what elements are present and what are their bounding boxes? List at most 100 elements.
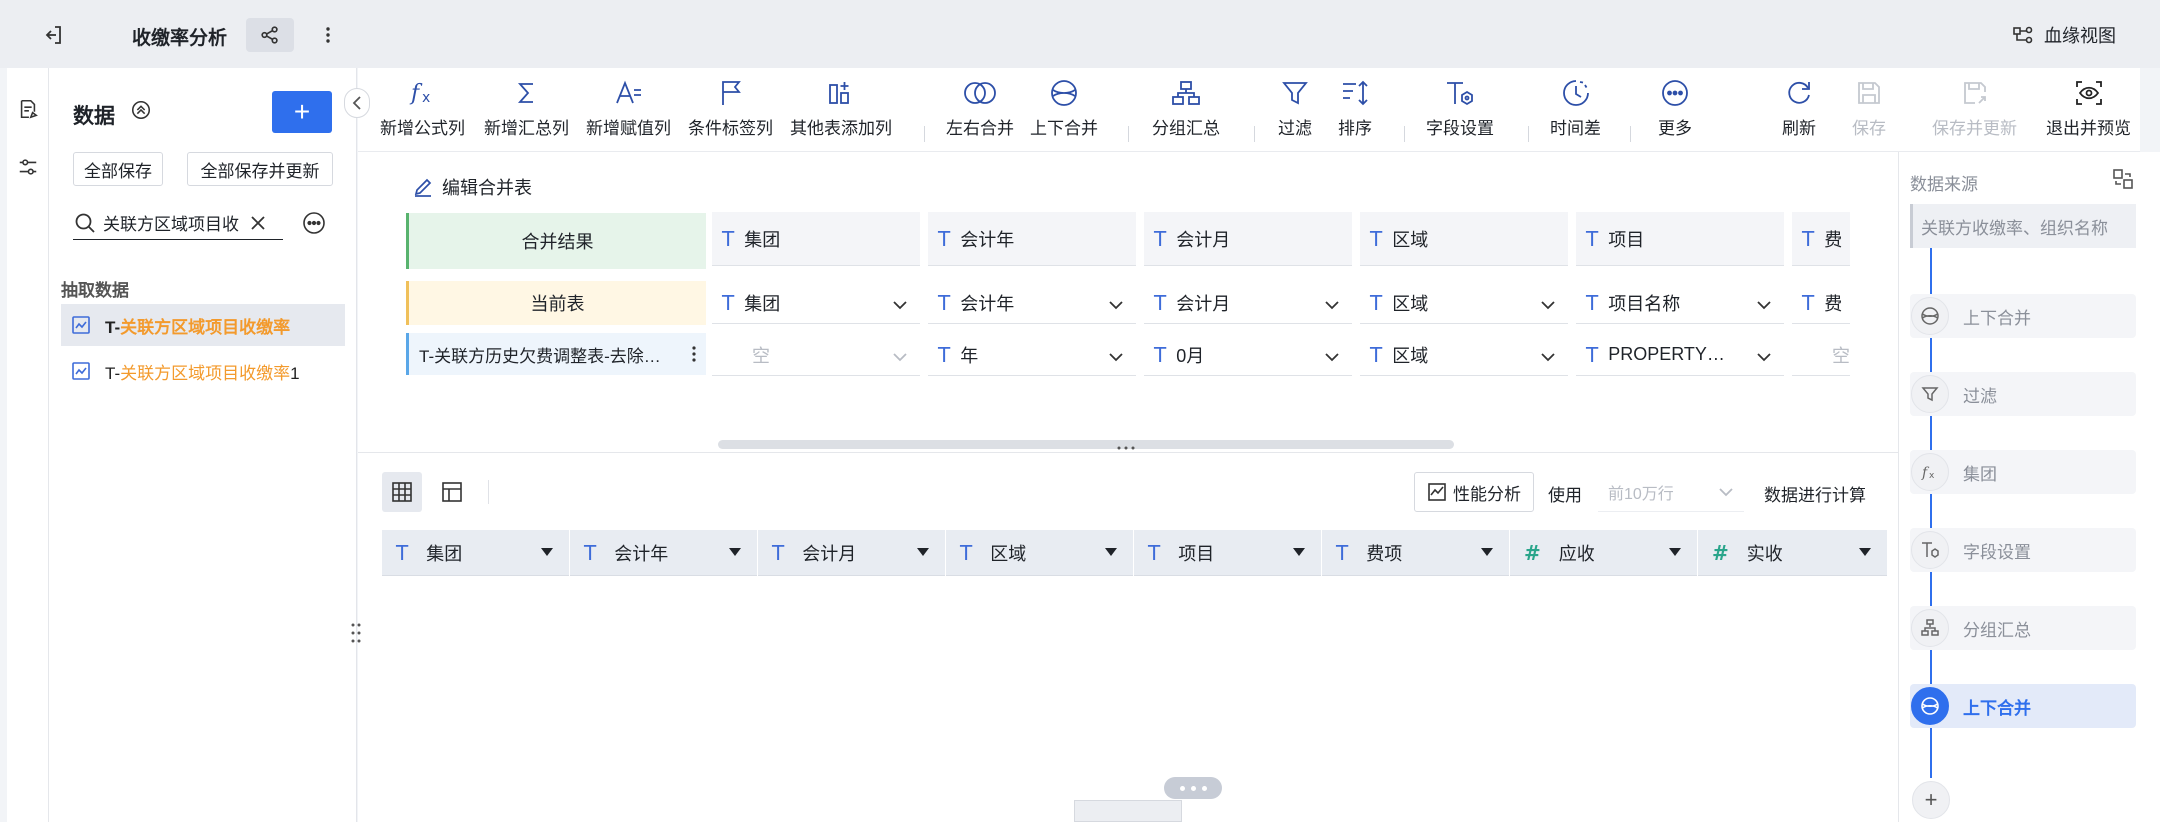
chevron-down-icon <box>1324 352 1340 362</box>
add-formula-column-button[interactable]: fx 新增公式列 <box>380 76 465 139</box>
add-summary-column-button[interactable]: 新增汇总列 <box>484 76 569 139</box>
add-data-button[interactable]: + <box>272 91 332 133</box>
current-field-select[interactable]: T 区域 <box>1360 282 1568 324</box>
text-type-icon: T <box>938 226 951 251</box>
caret-down-icon[interactable] <box>917 548 929 556</box>
vertical-merge-button[interactable]: 上下合并 <box>1030 76 1098 139</box>
step-item[interactable]: 上下合并 <box>1910 294 2136 338</box>
tree-item-table[interactable]: T-关联方区域项目收缴率1 <box>61 350 345 392</box>
other-field-select[interactable]: T 0月 <box>1144 334 1352 376</box>
tree-item-prefix: T- <box>105 363 121 383</box>
caret-down-icon[interactable] <box>1105 548 1117 556</box>
pivot-view-icon[interactable] <box>432 472 472 512</box>
save-all-button[interactable]: 全部保存 <box>73 152 163 186</box>
current-field-select[interactable]: T 项目名称 <box>1576 282 1784 324</box>
data-panel-icon[interactable] <box>13 94 43 124</box>
add-column-icon <box>826 76 856 110</box>
caret-down-icon[interactable] <box>541 548 553 556</box>
tree-item-table[interactable]: T-关联方区域项目收缴率 <box>61 304 345 346</box>
search-icon <box>73 211 97 235</box>
lineage-view-button[interactable]: 血缘视图 <box>2012 20 2116 50</box>
column-header[interactable]: T 区域 <box>946 530 1134 576</box>
switch-layout-icon[interactable] <box>2110 166 2136 192</box>
step-item[interactable]: 字段设置 <box>1910 528 2136 572</box>
other-field-select[interactable]: T PROPERTY… <box>1576 334 1784 376</box>
current-field-select[interactable]: T费 <box>1792 282 1850 324</box>
chevron-down-icon <box>1540 300 1556 310</box>
grid-view-icon[interactable] <box>382 472 422 512</box>
text-type-icon: T <box>1148 541 1161 565</box>
filter-button[interactable]: 过滤 <box>1278 76 1312 139</box>
data-source-item[interactable]: 关联方收缴率、组织名称 <box>1910 204 2136 248</box>
column-header[interactable]: T 集团 <box>382 530 570 576</box>
text-type-icon: T <box>1154 342 1167 367</box>
caret-down-icon[interactable] <box>729 548 741 556</box>
column-header[interactable]: # 实收 <box>1698 530 1888 576</box>
text-type-icon: T <box>960 541 973 565</box>
time-diff-button[interactable]: 时间差 <box>1550 76 1601 139</box>
svg-text:f: f <box>409 81 423 106</box>
current-field-select[interactable]: T 集团 <box>712 282 920 324</box>
clear-icon[interactable] <box>249 214 267 232</box>
save-button[interactable]: 保存 <box>1852 76 1886 139</box>
search-input[interactable] <box>103 212 243 233</box>
add-column-from-table-button[interactable]: 其他表添加列 <box>790 76 892 139</box>
save-all-update-button[interactable]: 全部保存并更新 <box>187 152 333 186</box>
condition-tag-column-button[interactable]: 条件标签列 <box>688 76 773 139</box>
refresh-button[interactable]: 刷新 <box>1782 76 1816 139</box>
performance-analysis-button[interactable]: 性能分析 <box>1414 472 1534 512</box>
caret-down-icon[interactable] <box>1481 548 1493 556</box>
other-table-row[interactable]: T-关联方历史欠费调整表-去除… <box>406 333 706 375</box>
share-button[interactable] <box>246 18 294 52</box>
collapse-panel-icon[interactable] <box>344 88 370 118</box>
step-item[interactable]: fx 集团 <box>1910 450 2136 494</box>
sort-button[interactable]: 排序 <box>1338 76 1372 139</box>
other-field-select[interactable]: T 区域 <box>1360 334 1568 376</box>
refresh-icon <box>1784 76 1814 110</box>
result-field-cell: T 集团 <box>712 212 920 266</box>
step-item[interactable]: 分组汇总 <box>1910 606 2136 650</box>
horizontal-scrollbar[interactable] <box>718 440 1454 449</box>
chevron-down-icon <box>1540 352 1556 362</box>
settings-sliders-icon[interactable] <box>13 152 43 182</box>
drag-handle-icon[interactable] <box>348 620 364 646</box>
group-summary-button[interactable]: 分组汇总 <box>1152 76 1220 139</box>
other-field-select[interactable]: 空 <box>712 334 920 376</box>
caret-down-icon[interactable] <box>1293 548 1305 556</box>
column-header[interactable]: T 项目 <box>1134 530 1322 576</box>
current-field-select[interactable]: T 会计年 <box>928 282 1136 324</box>
caret-down-icon[interactable] <box>1669 548 1681 556</box>
column-header[interactable]: T 费项 <box>1322 530 1510 576</box>
other-table-label: T-关联方历史欠费调整表-去除… <box>419 346 661 366</box>
other-field-select[interactable]: T年 <box>928 334 1136 376</box>
more-vertical-icon[interactable] <box>692 346 696 362</box>
row-limit-select[interactable]: 前10万行 <box>1598 472 1744 512</box>
column-header[interactable]: T 会计年 <box>570 530 758 576</box>
exit-icon[interactable] <box>38 20 68 50</box>
text-type-icon: T <box>1802 290 1815 315</box>
exit-and-preview-button[interactable]: 退出并预览 <box>2046 76 2131 139</box>
more-icon <box>1660 76 1690 110</box>
more-button[interactable]: 更多 <box>1658 76 1692 139</box>
fx-icon: fx <box>1911 453 1949 491</box>
other-field-select[interactable]: 空 <box>1792 334 1850 376</box>
column-header[interactable]: T 会计月 <box>758 530 946 576</box>
edit-merge-table-button[interactable]: 编辑合并表 <box>412 174 532 200</box>
search-box <box>73 206 283 240</box>
add-assign-column-button[interactable]: 新增赋值列 <box>586 76 671 139</box>
add-step-button[interactable]: + <box>1912 781 1950 819</box>
current-field-select[interactable]: T 会计月 <box>1144 282 1352 324</box>
step-item[interactable]: 过滤 <box>1910 372 2136 416</box>
chevron-down-icon <box>1324 300 1340 310</box>
horizontal-merge-button[interactable]: 左右合并 <box>946 76 1014 139</box>
save-and-update-button[interactable]: 保存并更新 <box>1932 76 2017 139</box>
collapse-up-icon[interactable] <box>129 98 153 122</box>
more-options-icon[interactable] <box>301 210 327 236</box>
column-header[interactable]: # 应收 <box>1510 530 1698 576</box>
caret-down-icon[interactable] <box>1859 548 1871 556</box>
step-item-active[interactable]: 上下合并 <box>1910 684 2136 728</box>
more-vertical-icon[interactable] <box>318 20 338 50</box>
number-type-icon: # <box>1712 541 1729 565</box>
field-settings-button[interactable]: 字段设置 <box>1426 76 1494 139</box>
more-dots-icon[interactable] <box>1164 777 1222 799</box>
